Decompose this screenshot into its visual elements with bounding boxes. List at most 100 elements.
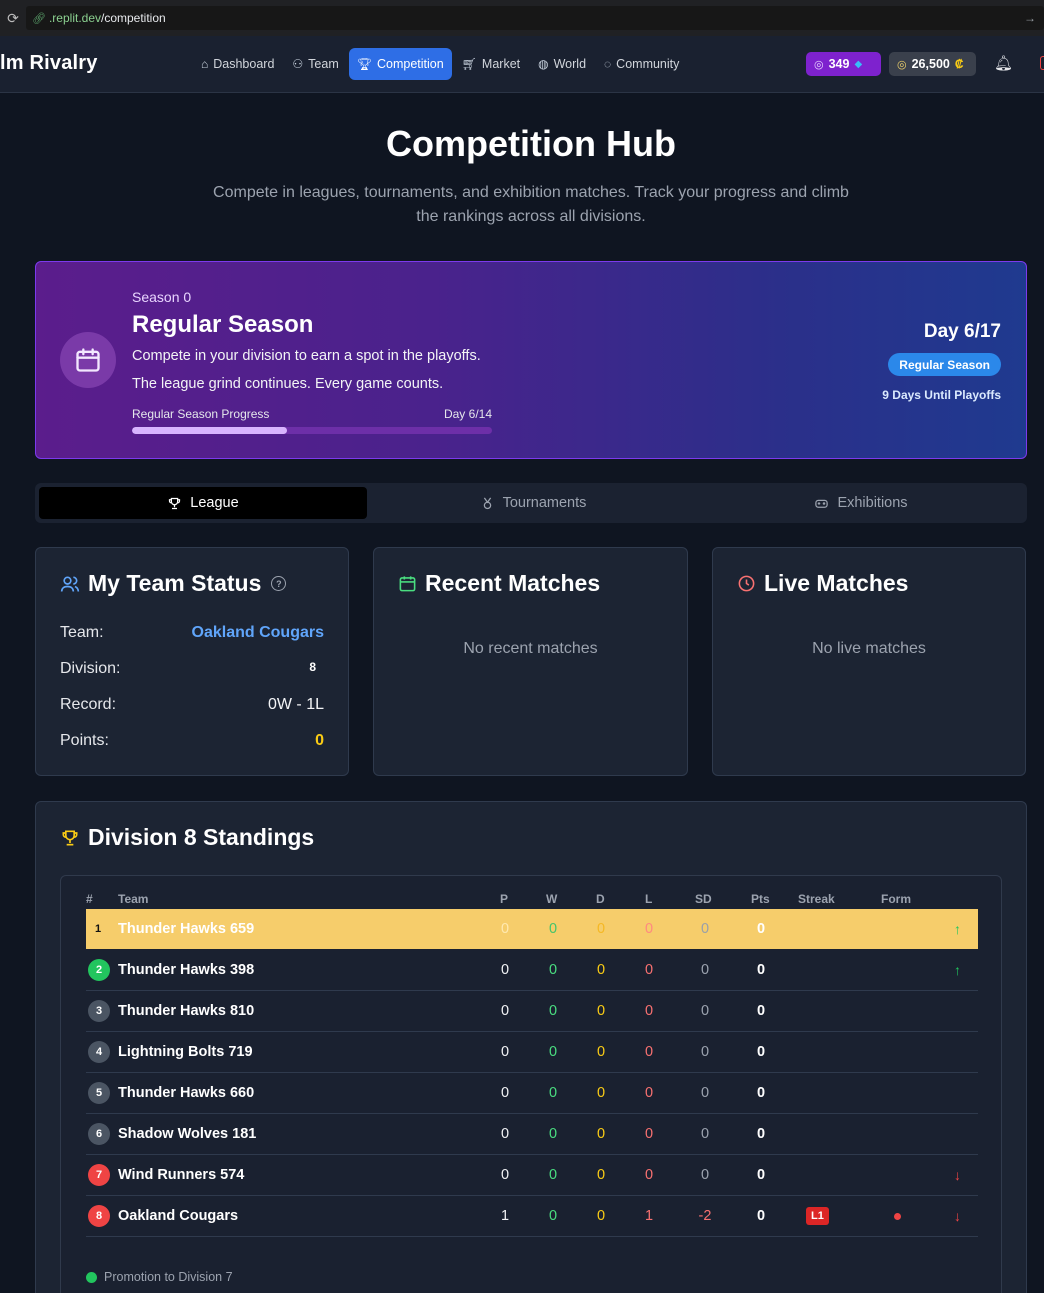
team-name[interactable]: Wind Runners 574 bbox=[118, 1155, 244, 1195]
points-cell: 0 bbox=[756, 1003, 766, 1019]
nav-dashboard[interactable]: ⌂ Dashboard bbox=[193, 48, 282, 80]
points-cell: 0 bbox=[756, 1126, 766, 1142]
phase-badge: Regular Season bbox=[888, 353, 1001, 376]
score-diff-cell: 0 bbox=[700, 1085, 710, 1101]
team-name[interactable]: Lightning Bolts 719 bbox=[118, 1032, 253, 1072]
nav-competition[interactable]: 🏆︎ Competition bbox=[348, 48, 452, 80]
users-icon bbox=[60, 576, 80, 592]
form-cell bbox=[894, 1196, 901, 1236]
tab-exhibitions[interactable]: Exhibitions bbox=[699, 487, 1023, 519]
status-row-points: Points: 0 bbox=[60, 732, 324, 750]
season-title: Regular Season bbox=[132, 311, 314, 338]
team-name[interactable]: Thunder Hawks 659 bbox=[118, 909, 254, 949]
losses-cell: 1 bbox=[644, 1208, 654, 1224]
tab-label: League bbox=[190, 495, 239, 511]
team-status-card: My Team Status ? Team: Oakland Cougars Di… bbox=[35, 547, 349, 776]
header-played[interactable]: P bbox=[500, 892, 508, 906]
empty-state: No recent matches bbox=[463, 640, 598, 657]
header-team[interactable]: Team bbox=[118, 892, 148, 906]
table-row[interactable]: 5 Thunder Hawks 660 0 0 0 0 0 0 bbox=[86, 1073, 978, 1114]
nav-market[interactable]: 🛒︎ Market bbox=[454, 48, 528, 80]
empty-state: No live matches bbox=[812, 640, 926, 657]
credits-value: 26,500 bbox=[911, 57, 950, 71]
card-title: My Team Status ? bbox=[60, 570, 287, 597]
brand-logo[interactable]: lm Rivalry bbox=[0, 52, 98, 75]
table-row[interactable]: 7 Wind Runners 574 0 0 0 0 0 0 ↓ bbox=[86, 1155, 978, 1196]
season-progress-fill bbox=[132, 427, 287, 434]
played-cell: 0 bbox=[500, 1126, 510, 1142]
nav-label: Competition bbox=[376, 57, 444, 71]
nav-team[interactable]: ⚇ Team bbox=[284, 48, 346, 80]
losses-cell: 0 bbox=[644, 1003, 654, 1019]
header-wins[interactable]: W bbox=[546, 892, 557, 906]
page-title: Competition Hub bbox=[386, 123, 676, 164]
team-name[interactable]: Thunder Hawks 660 bbox=[118, 1073, 254, 1113]
table-row[interactable]: 6 Shadow Wolves 181 0 0 0 0 0 0 bbox=[86, 1114, 978, 1155]
card-title: Recent Matches bbox=[398, 570, 600, 597]
globe-icon: ◍ bbox=[538, 57, 549, 71]
score-diff-cell: 0 bbox=[700, 1126, 710, 1142]
nav-community[interactable]: ◌ Community bbox=[596, 48, 687, 80]
tab-tournaments[interactable]: Tournaments bbox=[369, 487, 697, 519]
season-progress-bar bbox=[132, 427, 492, 434]
team-name[interactable]: Thunder Hawks 398 bbox=[118, 950, 254, 990]
standings-table: # Team P W D L SD Pts Streak Form 1 Thund… bbox=[60, 875, 1002, 1293]
team-name-link[interactable]: Oakland Cougars bbox=[192, 624, 324, 642]
tab-label: Tournaments bbox=[502, 495, 587, 511]
rank-badge: 1 bbox=[94, 923, 102, 935]
table-row[interactable]: 2 Thunder Hawks 398 0 0 0 0 0 0 ↑ bbox=[86, 950, 978, 991]
bell-icon[interactable]: 🔔︎ bbox=[994, 54, 1013, 72]
score-diff-cell: -2 bbox=[698, 1208, 712, 1224]
played-cell: 0 bbox=[500, 1085, 510, 1101]
table-row[interactable]: 3 Thunder Hawks 810 0 0 0 0 0 0 bbox=[86, 991, 978, 1032]
score-diff-cell: 0 bbox=[700, 962, 710, 978]
help-icon[interactable]: ? bbox=[271, 576, 287, 591]
header-draws[interactable]: D bbox=[596, 892, 605, 906]
table-row[interactable]: 1 Thunder Hawks 659 0 0 0 0 0 0 ↑ bbox=[86, 909, 978, 949]
header-losses[interactable]: L bbox=[645, 892, 652, 906]
team-name[interactable]: Oakland Cougars bbox=[118, 1196, 238, 1236]
nav-label: Market bbox=[481, 57, 521, 71]
team-name[interactable]: Shadow Wolves 181 bbox=[118, 1114, 256, 1154]
recent-matches-title: Recent Matches bbox=[425, 570, 601, 596]
app-header: lm Rivalry ⌂ Dashboard ⚇ Team 🏆︎ Competitio… bbox=[0, 36, 1044, 93]
record-value: 0W - 1L bbox=[267, 696, 324, 713]
credits-balance[interactable]: ◎ 26,500 ₡ bbox=[889, 52, 976, 76]
users-icon: ⚇ bbox=[292, 57, 304, 71]
draws-cell: 0 bbox=[596, 1167, 606, 1183]
go-arrow-icon[interactable]: → bbox=[1024, 11, 1036, 25]
header-score-diff[interactable]: SD bbox=[695, 892, 712, 906]
tab-league[interactable]: League bbox=[39, 487, 367, 519]
header-points[interactable]: Pts bbox=[751, 892, 770, 906]
legend-label: Promotion to Division 7 bbox=[104, 1270, 233, 1284]
trophy-icon: 🏆︎ bbox=[356, 57, 372, 71]
credits-symbol: ₡ bbox=[954, 57, 964, 71]
nav-world[interactable]: ◍ World bbox=[530, 48, 594, 80]
wins-cell: 0 bbox=[548, 962, 558, 978]
streak-badge: L1 bbox=[806, 1207, 829, 1225]
table-row[interactable]: 4 Lightning Bolts 719 0 0 0 0 0 0 bbox=[86, 1032, 978, 1073]
rank-badge: 8 bbox=[88, 1205, 110, 1227]
wins-cell: 0 bbox=[548, 921, 558, 937]
card-title: Live Matches bbox=[737, 570, 908, 597]
status-label: Team: bbox=[60, 624, 104, 641]
rank-badge: 7 bbox=[88, 1164, 110, 1186]
points-value: 0 bbox=[315, 732, 324, 749]
address-field[interactable]: 🔗︎ .replit.dev/competition → bbox=[26, 6, 1044, 30]
legend-promotion: Promotion to Division 7 bbox=[86, 1270, 233, 1284]
draws-cell: 0 bbox=[596, 1126, 606, 1142]
status-label: Division: bbox=[60, 660, 121, 677]
wins-cell: 0 bbox=[548, 1085, 558, 1101]
gems-balance[interactable]: ◎ 349 ◆ bbox=[806, 52, 881, 76]
division-value: 8 bbox=[309, 660, 316, 674]
tab-label: Exhibitions bbox=[837, 495, 908, 511]
team-name[interactable]: Thunder Hawks 810 bbox=[118, 991, 254, 1031]
table-row[interactable]: 8 Oakland Cougars 1 0 0 1 -2 0 L1 ↓ bbox=[86, 1196, 978, 1237]
score-diff-cell: 0 bbox=[700, 921, 710, 937]
logout-button[interactable] bbox=[1040, 56, 1044, 70]
status-row-division: Division: 8 bbox=[60, 660, 324, 678]
arrow-down-icon: ↓ bbox=[954, 1167, 961, 1183]
season-day: Day 6/17 bbox=[923, 321, 1001, 342]
reload-icon[interactable]: ⟳ bbox=[0, 0, 26, 36]
season-label: Season 0 bbox=[132, 289, 192, 305]
